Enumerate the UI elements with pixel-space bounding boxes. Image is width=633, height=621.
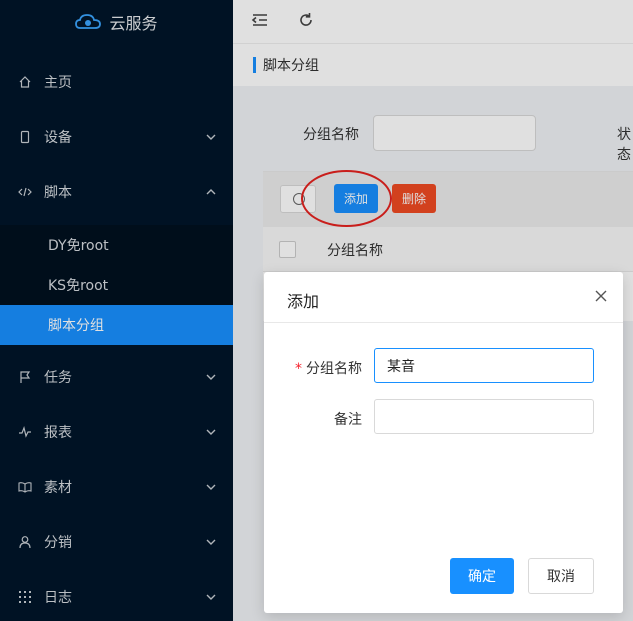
group-name-label-text: 分组名称	[306, 361, 362, 377]
add-dialog: 添加 * 分组名称 某音 备注 确定 取消	[264, 272, 623, 613]
required-mark: *	[295, 361, 302, 377]
remark-label: 备注	[334, 412, 362, 428]
group-name-input[interactable]: 某音	[374, 348, 594, 383]
remark-input[interactable]	[374, 399, 594, 434]
dialog-header: 添加	[264, 272, 623, 323]
group-name-label: * 分组名称	[292, 358, 362, 378]
confirm-button[interactable]: 确定	[450, 558, 514, 594]
dialog-title: 添加	[287, 292, 320, 311]
cancel-button[interactable]: 取消	[528, 558, 594, 594]
group-name-value: 某音	[387, 358, 415, 375]
close-icon[interactable]	[594, 289, 608, 303]
